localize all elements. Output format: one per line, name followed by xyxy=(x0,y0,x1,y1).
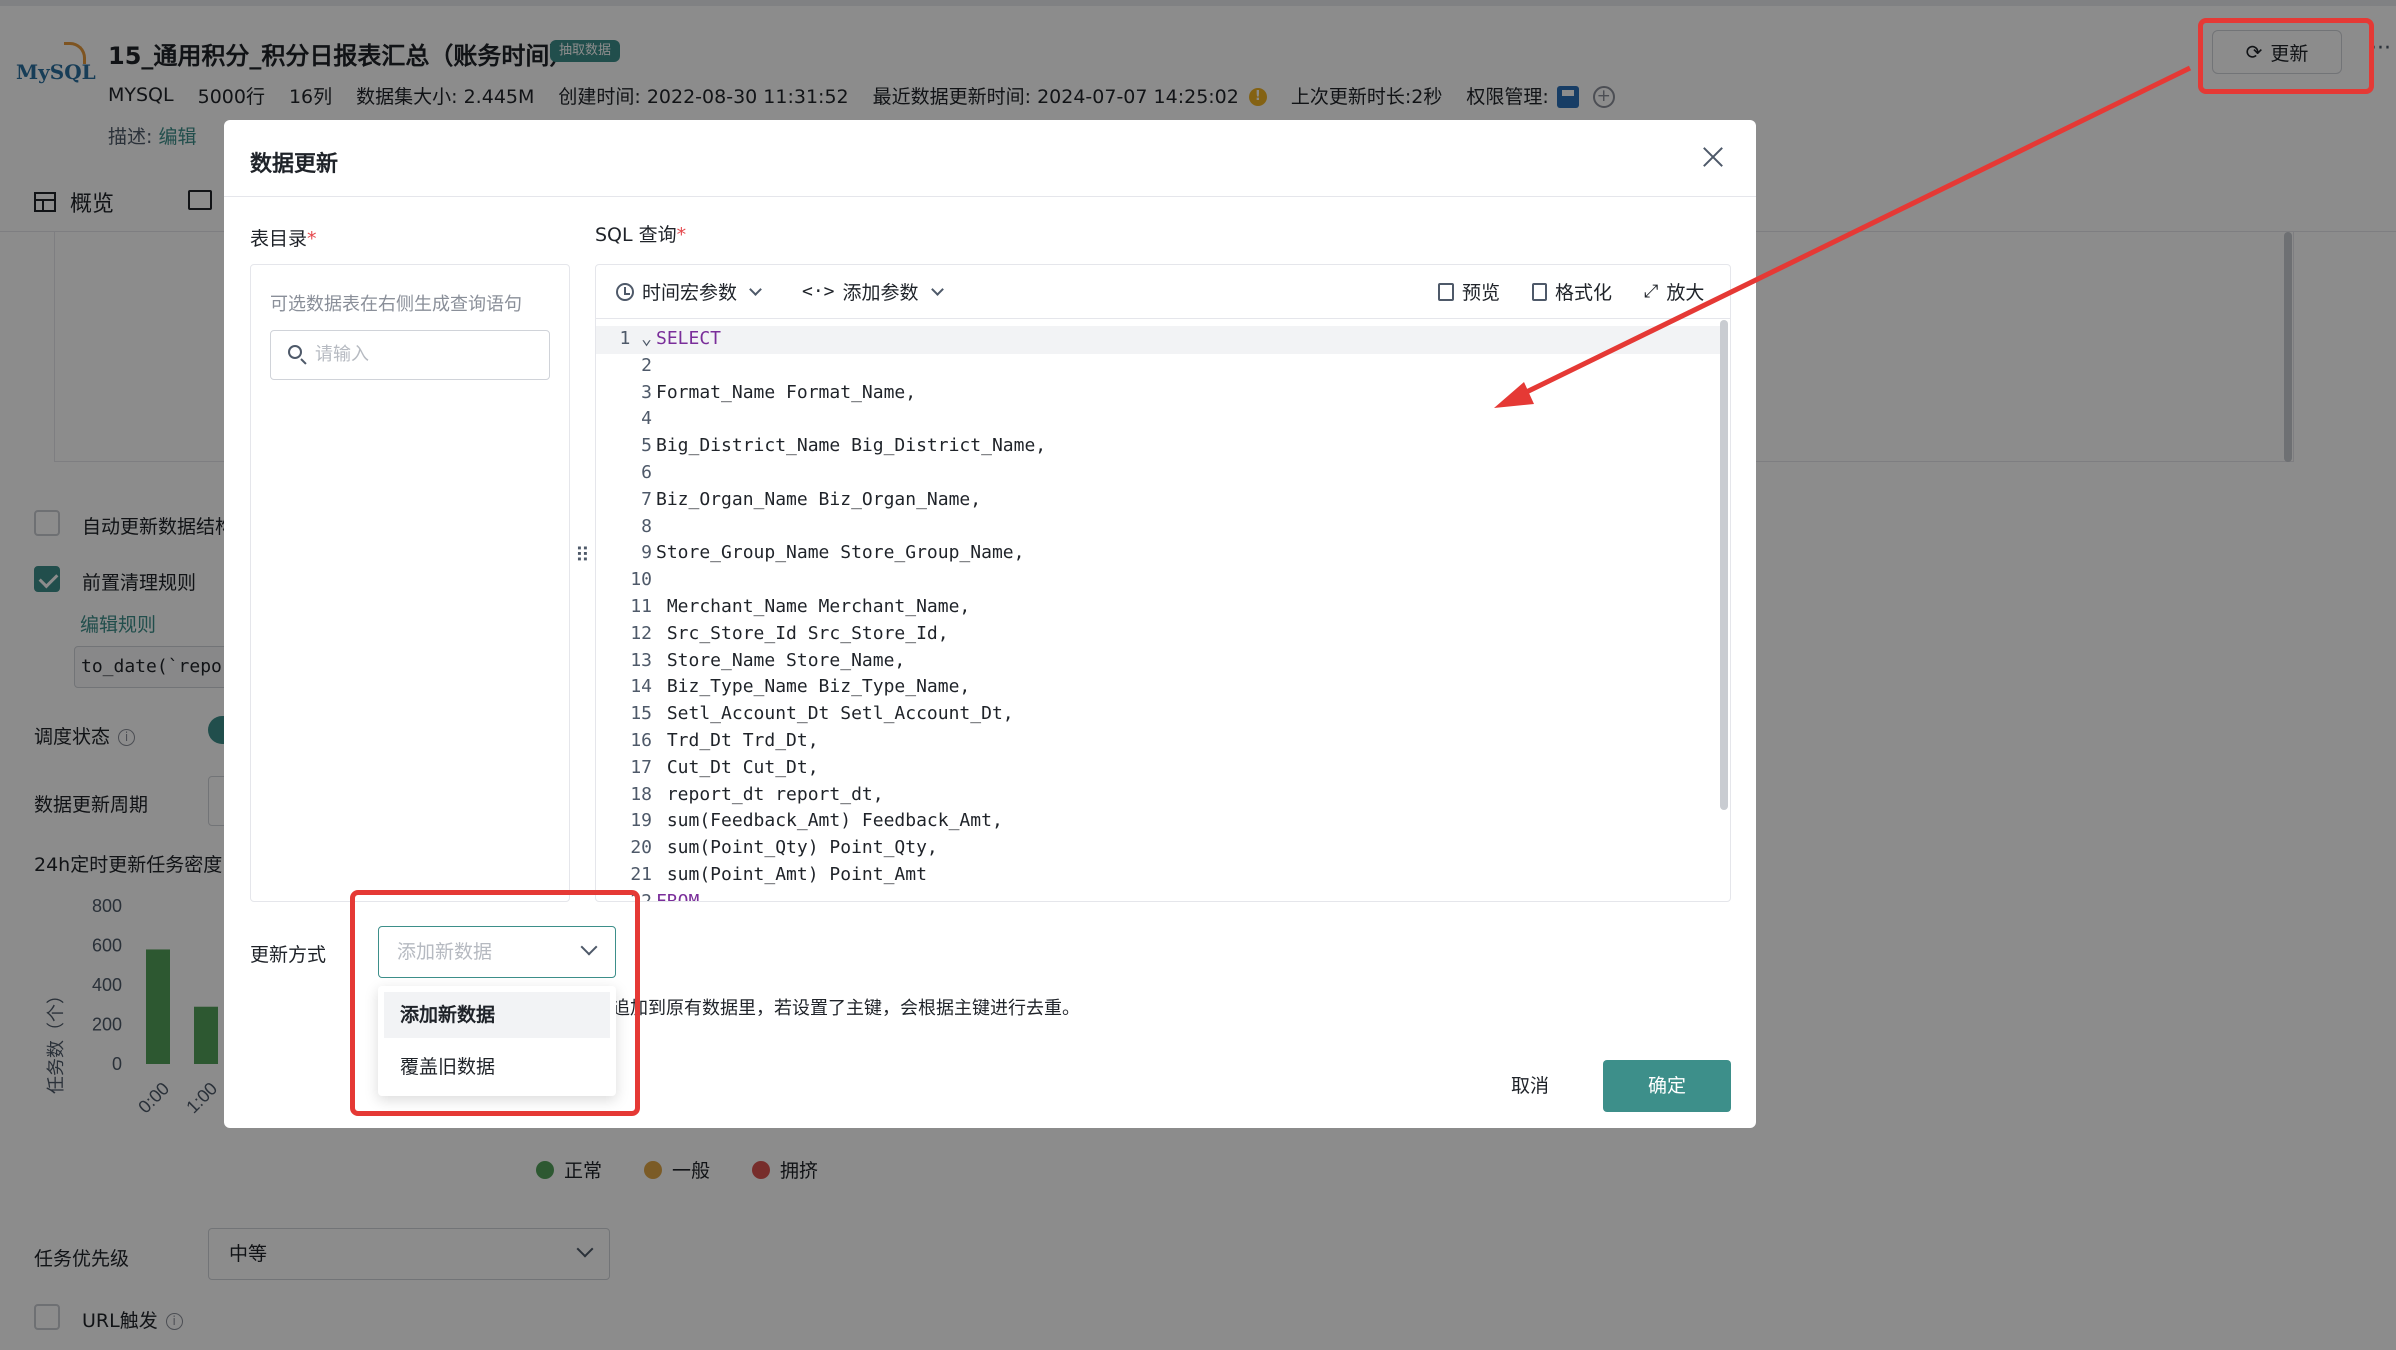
line-number: 17 xyxy=(630,756,652,778)
line-number: 4 xyxy=(641,408,652,430)
confirm-button[interactable]: 确定 xyxy=(1603,1060,1731,1112)
add-param-button[interactable]: <·> 添加参数 xyxy=(802,278,946,305)
line-number: 11 xyxy=(630,596,652,617)
zoom-button[interactable]: ⤢ 放大 xyxy=(1644,278,1704,305)
code-brackets-icon: <·> xyxy=(802,281,835,302)
drag-handle-icon[interactable]: ⠿ xyxy=(575,545,590,565)
line-number: 15 xyxy=(630,703,652,725)
modal-title: 数据更新 xyxy=(250,152,339,177)
code-line: sum(Point_Qty) Point_Qty, xyxy=(656,837,938,859)
code-line: Src_Store_Id Src_Store_Id, xyxy=(656,622,949,644)
code-line: sum(Point_Amt) Point_Amt xyxy=(656,864,927,885)
time-macro-label: 时间宏参数 xyxy=(642,282,738,304)
code-area[interactable]: 1 ⌄ SELECT 2 3 Format_Name Format_Name, 4 5 Big… xyxy=(596,320,1730,901)
code-line: Cut_Dt Cut_Dt, xyxy=(656,756,819,778)
line-number: 8 xyxy=(641,515,652,537)
update-mode-label: 更新方式 xyxy=(250,944,327,966)
update-mode-description: 追加到原有数据里，若设置了主键，会根据主键进行去重。 xyxy=(612,998,1080,1019)
code-line: Biz_Type_Name Biz_Type_Name, xyxy=(656,676,971,698)
line-number: 16 xyxy=(630,730,652,751)
preview-label: 预览 xyxy=(1462,282,1501,304)
line-number: 3 xyxy=(641,381,652,403)
code-line: Merchant_Name Merchant_Name, xyxy=(656,596,971,617)
cancel-button[interactable]: 取消 xyxy=(1490,1060,1570,1112)
code-line: Big_District_Name Big_District_Name, xyxy=(656,435,1047,457)
code-line: Format_Name Format_Name, xyxy=(656,381,917,403)
format-label: 格式化 xyxy=(1555,282,1613,304)
line-number: 21 xyxy=(630,864,652,885)
annotation-box-mode xyxy=(350,890,640,1116)
code-line: FROM xyxy=(656,891,699,901)
line-number: 13 xyxy=(630,649,652,671)
line-number: 12 xyxy=(630,622,652,644)
line-number: 10 xyxy=(630,569,652,591)
code-line: Store_Name Store_Name, xyxy=(656,649,906,671)
close-icon[interactable] xyxy=(1700,144,1726,170)
code-line: Store_Group_Name Store_Group_Name, xyxy=(656,542,1025,564)
annotation-box-update xyxy=(2198,18,2374,94)
preview-button[interactable]: 预览 xyxy=(1438,278,1500,305)
format-button[interactable]: 格式化 xyxy=(1532,278,1612,305)
line-number: 1 ⌄ xyxy=(619,328,652,349)
search-icon xyxy=(288,345,302,359)
expand-icon: ⤢ xyxy=(1644,281,1659,302)
code-line: report_dt report_dt, xyxy=(656,783,884,805)
time-macro-button[interactable]: 时间宏参数 xyxy=(616,278,764,305)
zoom-label: 放大 xyxy=(1666,282,1705,304)
catalog-label: 表目录* xyxy=(250,228,317,250)
catalog-search-input[interactable]: 请输入 xyxy=(270,330,550,380)
add-param-label: 添加参数 xyxy=(842,282,919,304)
clock-icon xyxy=(616,282,634,301)
chevron-down-icon xyxy=(749,283,762,296)
editor-scrollbar[interactable] xyxy=(1720,320,1728,810)
line-number: 14 xyxy=(630,676,652,698)
chevron-down-icon xyxy=(930,283,944,296)
catalog-hint: 可选数据表在右侧生成查询语句 xyxy=(270,294,522,315)
format-icon xyxy=(1532,282,1547,301)
line-number: 9 xyxy=(641,542,652,564)
line-number: 18 xyxy=(630,783,652,805)
code-line: Setl_Account_Dt Setl_Account_Dt, xyxy=(656,703,1014,725)
code-line: Biz_Organ_Name Biz_Organ_Name, xyxy=(656,488,982,510)
line-number: 5 xyxy=(641,435,652,457)
line-number: 7 xyxy=(641,488,652,510)
code-line: SELECT xyxy=(656,328,722,349)
line-number: 6 xyxy=(641,462,652,483)
modal-divider xyxy=(224,196,1756,197)
line-number: 19 xyxy=(630,810,652,832)
line-number: 20 xyxy=(630,837,652,859)
code-line: sum(Feedback_Amt) Feedback_Amt, xyxy=(656,810,1003,832)
line-number: 2 xyxy=(641,354,652,376)
code-line: Trd_Dt Trd_Dt, xyxy=(656,730,819,751)
preview-icon xyxy=(1438,282,1454,301)
sql-label: SQL 查询* xyxy=(595,224,687,246)
